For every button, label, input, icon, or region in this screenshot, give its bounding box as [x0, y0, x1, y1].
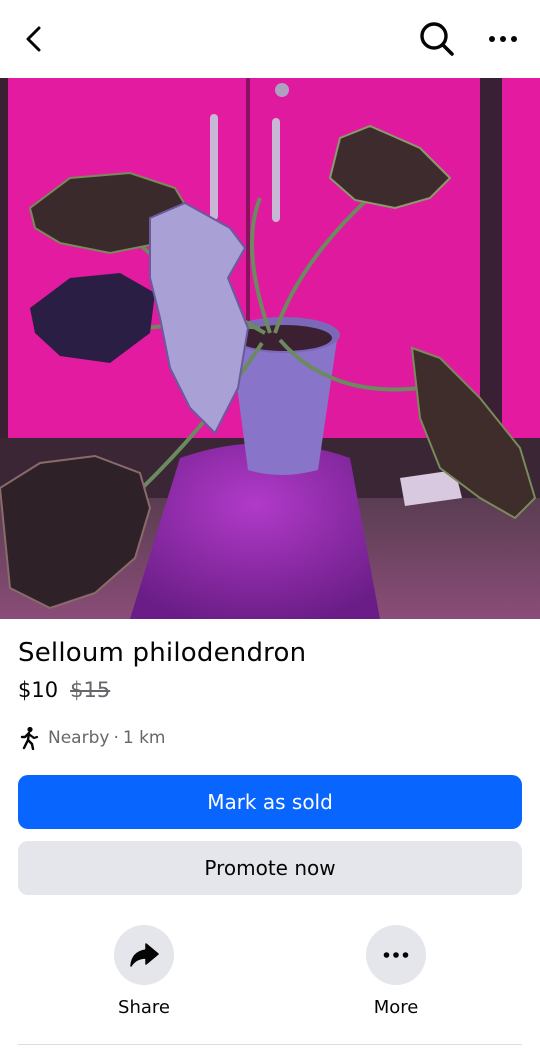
share-button[interactable]: Share — [84, 925, 204, 1018]
price-row: $10 $15 — [18, 678, 110, 702]
distance-label: Nearby — [48, 728, 110, 748]
top-bar — [0, 0, 540, 78]
chevron-left-icon — [26, 26, 41, 52]
separator: · — [113, 728, 119, 748]
ellipsis-icon — [383, 952, 409, 958]
more-circle — [366, 925, 426, 985]
more-options-button[interactable] — [478, 14, 528, 64]
mark-as-sold-button[interactable]: Mark as sold — [18, 775, 522, 829]
plant-image — [0, 78, 540, 619]
back-button[interactable] — [10, 14, 60, 64]
search-icon — [420, 22, 454, 56]
share-circle — [114, 925, 174, 985]
more-button[interactable]: More — [336, 925, 456, 1018]
promote-now-button[interactable]: Promote now — [18, 841, 522, 895]
share-label: Share — [118, 997, 170, 1018]
walking-person-icon — [20, 726, 39, 750]
current-price: $10 — [18, 678, 59, 702]
listing-photo[interactable] — [0, 78, 540, 619]
more-label: More — [373, 997, 419, 1018]
divider — [18, 1044, 522, 1045]
original-price: $15 — [70, 678, 111, 702]
share-arrow-icon — [130, 943, 159, 967]
distance: 1 km — [122, 728, 166, 748]
location-row: Nearby · 1 km — [18, 726, 165, 750]
search-button[interactable] — [412, 14, 462, 64]
ellipsis-icon — [489, 36, 517, 42]
listing-title: Selloum philodendron — [18, 638, 307, 668]
